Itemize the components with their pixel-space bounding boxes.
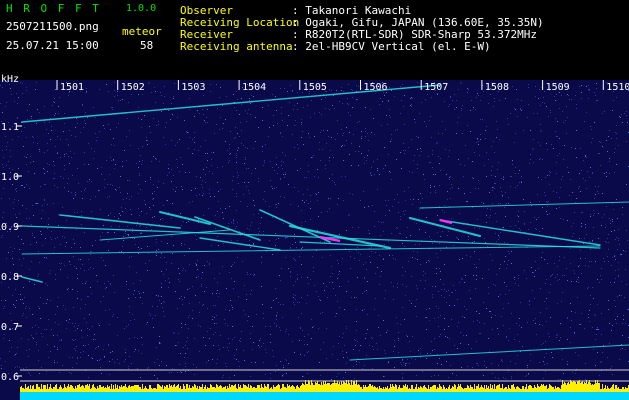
frequency-label: 1.1 (1, 122, 19, 133)
image-filename: 2507211500.png (6, 20, 99, 33)
antenna-label: Receiving antenna (180, 40, 293, 53)
time-label: 1501 (60, 82, 84, 93)
time-label: 1508 (485, 82, 509, 93)
spectrogram-plot: kHz 1501 1502 1503 1504 1505 1506 1507 1508 1509… (0, 74, 629, 400)
frequency-label: 0.8 (1, 272, 19, 283)
antenna-value: : 2el-HB9CV Vertical (el. E-W) (292, 40, 491, 53)
time-label: 1509 (546, 82, 570, 93)
time-label: 1510 (606, 82, 629, 93)
time-label: 1504 (242, 82, 266, 93)
frequency-label: 0.9 (1, 222, 19, 233)
meteor-count: 58 (140, 39, 154, 52)
time-label: 1502 (121, 82, 145, 93)
app-version: 1.0.0 (126, 3, 157, 14)
plot-background (0, 80, 629, 400)
meteor-label: meteor (122, 25, 162, 38)
time-label: 1507 (424, 82, 448, 93)
frequency-label: 0.7 (1, 322, 19, 333)
observation-datetime: 25.07.21 15:00 (6, 39, 99, 52)
frequency-label: 1.0 (1, 172, 19, 183)
time-label: 1506 (364, 82, 388, 93)
time-label: 1505 (303, 82, 327, 93)
header-panel: H R O F F T 1.0.0 2507211500.png meteor … (0, 0, 629, 70)
time-label: 1503 (181, 82, 205, 93)
unit-label: kHz (1, 74, 19, 85)
signal-bar-base (20, 392, 629, 400)
app-title: H R O F F T (6, 2, 101, 15)
frequency-label: 0.6 (1, 372, 19, 383)
